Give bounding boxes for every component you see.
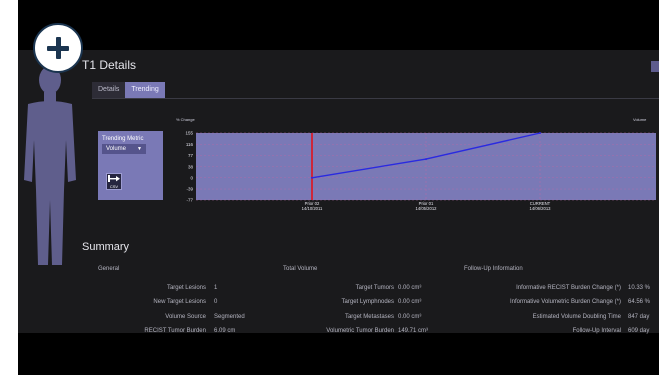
summary-row-value: 1 [214, 285, 218, 291]
x-tick-date: 14/05/2012 [416, 206, 438, 211]
summary-row-label: Target Lesions [166, 285, 206, 291]
summary-row-value: 847 day [628, 314, 650, 320]
y-tick-label: -39 [186, 187, 193, 192]
csv-export-icon[interactable]: CSV [106, 173, 122, 190]
top-letterbox [18, 0, 659, 50]
tab-underline [92, 98, 659, 99]
summary-row-value: Segmented [214, 314, 245, 320]
x-tick-date: 14/06/2013 [530, 206, 552, 211]
summary-row-label: RECIST Tumor Burden [144, 328, 206, 334]
y-tick-label: 116 [186, 142, 194, 147]
data-point [311, 176, 313, 179]
data-point [539, 132, 541, 134]
window-control[interactable] [651, 61, 659, 72]
page-title: T1 Details [82, 58, 137, 72]
trending-metric-panel: Trending Metric Volume ▼ CSV [98, 131, 163, 200]
summary-row-label: Target Tumors [355, 285, 394, 291]
y-tick-label: 77 [188, 153, 194, 158]
summary-row-label: Volumetric Tumor Burden [326, 328, 394, 334]
trending-metric-select[interactable]: Volume ▼ [102, 144, 146, 154]
plus-icon-vertical [55, 37, 61, 59]
summary-row-value: 0 [214, 299, 218, 305]
body-silhouette [24, 66, 76, 265]
right-axis-title: Volume [633, 117, 647, 122]
tab-trending[interactable]: Trending [125, 82, 165, 98]
y-tick-label: 0 [190, 175, 193, 180]
summary-row-value: 64.56 % [628, 299, 651, 305]
summary-row-label: Target Metastases [344, 314, 394, 320]
summary-row-label: New Target Lesions [153, 299, 206, 305]
csv-label: CSV [109, 184, 119, 189]
y-tick-label: 38 [188, 164, 194, 169]
expand-plus-button[interactable] [33, 23, 83, 73]
export-arrow-icon [108, 175, 120, 182]
follow-up-header: Follow-Up Information [464, 266, 523, 272]
summary-row-value: 6.09 cm [214, 328, 236, 334]
summary-title: Summary [82, 241, 130, 253]
y-tick-label: -77 [186, 198, 193, 203]
y-tick-label: 155 [185, 131, 193, 136]
y-axis-title: % Change [176, 117, 195, 122]
chevron-down-icon: ▼ [137, 146, 142, 152]
summary-row-value: 10.33 % [628, 285, 651, 291]
summary-row-label: Informative RECIST Burden Change (*) [516, 285, 621, 291]
bottom-letterbox [18, 333, 659, 375]
summary-row-value: 0.00 cm³ [398, 314, 422, 320]
tab-details[interactable]: Details [92, 82, 126, 98]
trending-metric-label: Trending Metric [102, 136, 144, 142]
general-header: General [98, 266, 120, 272]
summary-row-value: 149.71 cm³ [398, 328, 429, 334]
trending-metric-value: Volume [106, 146, 127, 152]
data-point [425, 158, 427, 161]
summary-row-label: Target Lymphnodes [341, 299, 394, 305]
summary-row-value: 609 day [628, 328, 650, 334]
summary-row-label: Estimated Volume Doubling Time [532, 314, 621, 320]
tab-bar: Details Trending [92, 82, 165, 98]
x-tick-date: 14/10/2011 [302, 206, 323, 211]
summary-row-value: 0.00 cm³ [398, 285, 422, 291]
summary-row-label: Informative Volumetric Burden Change (*) [509, 299, 621, 305]
trending-chart: 15511677380-39-77Prior 0214/10/2011Prior… [185, 131, 656, 211]
total-volume-header: Total Volume [283, 266, 318, 272]
summary-row-value: 0.00 cm³ [398, 299, 422, 305]
summary-row-label: Volume Source [165, 314, 206, 320]
summary-row-label: Follow-Up Interval [572, 328, 621, 334]
